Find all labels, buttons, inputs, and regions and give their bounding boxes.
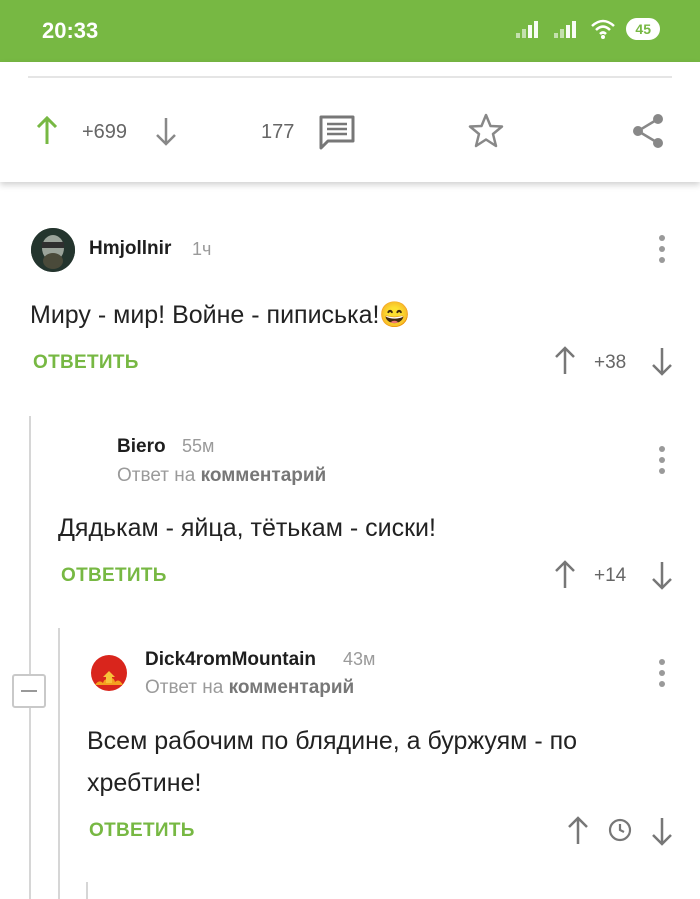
reply-to-link[interactable]: комментарий xyxy=(201,465,327,486)
more-options-icon[interactable] xyxy=(657,446,667,476)
reply-to-prefix: Ответ на xyxy=(117,465,196,486)
thread-line xyxy=(29,416,31,899)
comment-text: Дядькам - яйца, тётькам - сиски! xyxy=(58,514,436,542)
comment-time: 1ч xyxy=(192,239,212,259)
comment-rating: +14 xyxy=(594,565,627,586)
avatar[interactable] xyxy=(31,228,75,272)
reply-to-prefix: Ответ на xyxy=(145,677,224,698)
share-icon[interactable] xyxy=(630,112,666,150)
upvote-arrow-icon[interactable] xyxy=(567,816,589,846)
comment-author[interactable]: Dick4romMountain xyxy=(145,649,316,671)
wifi-icon xyxy=(591,19,616,39)
upvote-arrow-icon[interactable] xyxy=(36,116,58,146)
reply-to-info: Ответ на комментарий xyxy=(117,465,326,487)
reply-button[interactable]: ОТВЕТИТЬ xyxy=(61,565,167,587)
collapse-thread-button[interactable] xyxy=(12,674,46,708)
divider xyxy=(28,76,672,78)
status-time: 20:33 xyxy=(42,18,99,43)
reply-to-link[interactable]: комментарий xyxy=(229,677,355,698)
comment-text: Миру - мир! Войне - пиписька!😄 xyxy=(30,301,411,329)
comment-text-line: Всем рабочим по блядине, а буржуям - по xyxy=(87,727,578,755)
clock-icon xyxy=(608,818,632,842)
downvote-arrow-icon[interactable] xyxy=(651,560,673,590)
signal-icon xyxy=(552,18,580,40)
downvote-arrow-icon[interactable] xyxy=(651,816,673,846)
reply-button[interactable]: ОТВЕТИТЬ xyxy=(89,820,195,842)
thread-line xyxy=(58,628,60,899)
reply-to-info: Ответ на комментарий xyxy=(145,677,354,699)
avatar[interactable] xyxy=(89,653,129,693)
upvote-arrow-icon[interactable] xyxy=(554,346,576,376)
post-comments-count: 177 xyxy=(261,121,295,143)
comment-author[interactable]: Hmjollnir xyxy=(89,238,171,260)
comment-author[interactable]: Biero xyxy=(117,436,166,458)
post-action-bar: +699 177 xyxy=(0,62,700,182)
downvote-arrow-icon[interactable] xyxy=(651,346,673,376)
star-icon[interactable] xyxy=(467,112,505,150)
comment-text-line: хребтине! xyxy=(87,769,202,797)
battery-icon: 45 xyxy=(626,18,660,40)
comment-time: 43м xyxy=(343,649,376,669)
status-bar: 20:33 45 xyxy=(0,0,700,62)
comment-rating: +38 xyxy=(594,352,627,373)
comment-time: 55м xyxy=(182,436,215,456)
upvote-arrow-icon[interactable] xyxy=(554,560,576,590)
reply-button[interactable]: ОТВЕТИТЬ xyxy=(33,352,139,374)
signal-icon xyxy=(514,18,542,40)
more-options-icon[interactable] xyxy=(657,659,667,689)
post-rating: +699 xyxy=(82,121,128,143)
comment-icon[interactable] xyxy=(318,114,356,150)
downvote-arrow-icon[interactable] xyxy=(155,116,177,146)
status-icons: 45 xyxy=(514,18,660,40)
thread-line xyxy=(86,882,88,899)
more-options-icon[interactable] xyxy=(657,235,667,265)
